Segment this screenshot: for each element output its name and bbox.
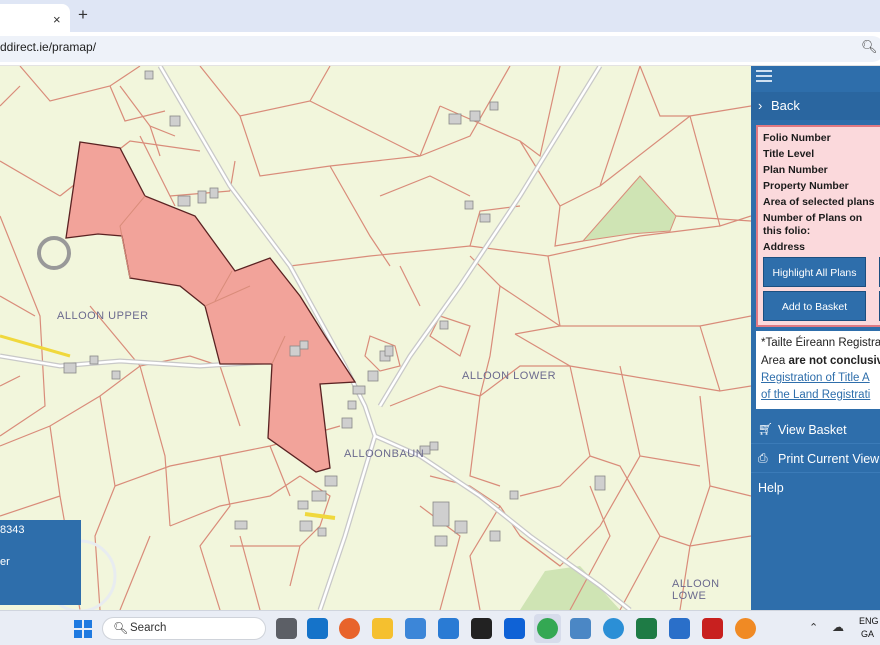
disclaimer-line: Area are not conclusive (761, 355, 880, 367)
vlc-icon[interactable] (735, 618, 756, 639)
side-panel: › Back Folio Number Title Level Plan Num… (751, 66, 880, 610)
info-box-line: er (0, 556, 10, 568)
chrome-icon[interactable] (537, 618, 558, 639)
minor-road (304, 512, 336, 520)
detail-label-area: Area of selected plans (763, 196, 875, 208)
remote-desktop-icon[interactable] (669, 618, 690, 639)
townland-label: ALLOON LOWER (462, 370, 557, 382)
townland-label: ALLOON UPPER (57, 310, 149, 322)
disclaimer-bold: are not conclusive (788, 355, 880, 367)
zoom-icon[interactable]: 🔍︎ (861, 39, 878, 55)
store-icon[interactable] (405, 618, 426, 639)
file-explorer-icon[interactable] (372, 618, 393, 639)
minor-road (0, 334, 71, 358)
disclaimer-line: *Tailte Éireann Registrati (761, 337, 880, 349)
address-bar-url[interactable]: ddirect.ie/pramap/ (0, 40, 96, 54)
chevron-right-icon: › (758, 98, 763, 113)
address-bar[interactable] (0, 36, 880, 62)
green-field (581, 175, 677, 242)
language-indicator[interactable]: ENG (859, 616, 879, 626)
print-view-label: Print Current View (778, 452, 880, 466)
townland-label: ALLOONBAUN (344, 448, 425, 460)
hamburger-icon[interactable] (756, 70, 772, 84)
browser-tabstrip: × + (0, 0, 880, 32)
view-basket-link[interactable]: 🛒︎ View Basket (751, 416, 880, 444)
cart-icon: 🛒︎ (758, 422, 774, 436)
folio-info-box: 8343 er (0, 520, 81, 605)
detail-label-property: Property Number (763, 180, 849, 192)
firefox-icon[interactable] (339, 618, 360, 639)
ring-fort-icon (37, 236, 71, 270)
back-label: Back (771, 98, 800, 113)
taskbar-search[interactable]: 🔍︎ Search (102, 617, 266, 640)
browser-tab[interactable]: × (0, 4, 70, 32)
detail-label-plan: Plan Number (763, 164, 828, 176)
edge-icon[interactable] (603, 618, 624, 639)
land-registration-link[interactable]: of the Land Registrati (761, 389, 870, 401)
back-button[interactable]: › Back (751, 92, 880, 120)
registration-link[interactable]: Registration of Title A (761, 372, 870, 384)
keyboard-layout-indicator[interactable]: GA (861, 629, 874, 639)
onedrive-icon[interactable]: ☁︎ (832, 620, 844, 634)
new-tab-button[interactable]: + (78, 5, 88, 25)
detail-label-num-plans-2: this folio: (763, 225, 811, 237)
print-view-link[interactable]: ⎙ Print Current View (751, 445, 880, 473)
excel-icon[interactable] (636, 618, 657, 639)
photos-icon[interactable] (570, 618, 591, 639)
taskbar-search-placeholder: Search (130, 622, 167, 634)
view-basket-label: View Basket (778, 423, 847, 437)
dropbox-icon[interactable] (504, 618, 525, 639)
map-viewport[interactable]: ALLOON UPPER ALLOON LOWER ALLOONBAUN ALL… (0, 66, 751, 610)
outlook-icon[interactable] (307, 618, 328, 639)
browser-toolbar (0, 32, 880, 66)
map-canvas[interactable] (0, 66, 751, 610)
amazon-icon[interactable] (471, 618, 492, 639)
disclaimer-text: Area (761, 355, 789, 367)
windows-start-icon[interactable] (74, 620, 92, 638)
help-label: Help (758, 481, 784, 495)
help-link[interactable]: Help (751, 474, 880, 502)
task-view-icon[interactable] (276, 618, 297, 639)
detail-label-title-level: Title Level (763, 148, 815, 160)
tray-chevron-up-icon[interactable]: ⌃ (809, 621, 818, 634)
mail-icon[interactable] (438, 618, 459, 639)
detail-label-folio: Folio Number (763, 132, 831, 144)
detail-label-address: Address (763, 241, 806, 253)
info-box-line: 8343 (0, 524, 25, 536)
highlight-all-plans-button[interactable]: Highlight All Plans (763, 257, 866, 287)
disclaimer: *Tailte Éireann Registrati Area are not … (756, 331, 880, 409)
windows-taskbar: 🔍︎ Search ⌃ ☁︎ ENG GA (0, 610, 880, 645)
acrobat-icon[interactable] (702, 618, 723, 639)
printer-icon: ⎙ (758, 451, 768, 465)
tab-close-icon[interactable]: × (53, 12, 61, 27)
search-icon: 🔍︎ (113, 621, 129, 635)
add-to-basket-button[interactable]: Add to Basket (763, 291, 866, 321)
townland-label: ALLOON LOWE (672, 578, 720, 602)
detail-label-num-plans: Number of Plans on (763, 212, 863, 224)
folio-details: Folio Number Title Level Plan Number Pro… (756, 125, 880, 327)
